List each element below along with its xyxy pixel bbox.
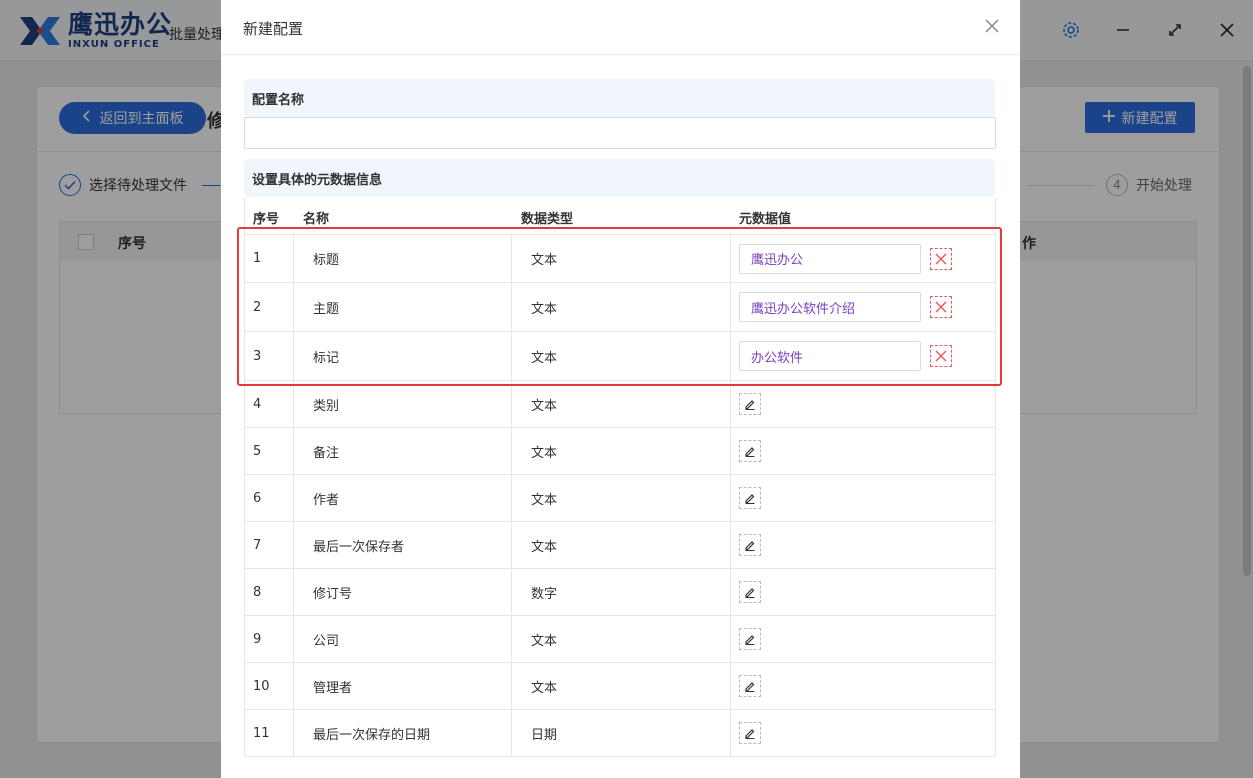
row-value-cell: [731, 616, 995, 662]
edit-pencil-icon[interactable]: [739, 534, 761, 556]
row-value-cell: [731, 569, 995, 615]
metadata-row: 5 备注 文本: [244, 428, 996, 475]
new-config-dialog: 新建配置 配置名称 设置具体的元数据信息 序号 名称 数据类型 元数据值 1 标题…: [221, 0, 1020, 778]
row-type: 文本: [512, 381, 731, 427]
row-value-cell: [731, 475, 995, 521]
row-type: 日期: [512, 710, 731, 756]
row-value-cell: [731, 381, 995, 427]
row-name: 修订号: [294, 569, 512, 615]
row-type: 文本: [512, 283, 731, 331]
row-value-cell: 鹰迅办公软件介绍: [731, 283, 995, 331]
metadata-section-label: 设置具体的元数据信息: [244, 159, 995, 197]
edit-pencil-icon[interactable]: [739, 393, 761, 415]
close-icon[interactable]: [980, 14, 1004, 38]
metadata-row: 7 最后一次保存者 文本: [244, 522, 996, 569]
row-name: 作者: [294, 475, 512, 521]
metadata-row: 8 修订号 数字: [244, 569, 996, 616]
row-name: 标记: [294, 332, 512, 380]
row-type: 文本: [512, 475, 731, 521]
col-name-header: 名称: [303, 212, 330, 227]
row-value-cell: 办公软件: [731, 332, 995, 380]
row-index: 5: [245, 428, 294, 474]
row-type: 文本: [512, 428, 731, 474]
row-index: 1: [245, 235, 294, 282]
row-index: 2: [245, 283, 294, 331]
row-index: 11: [245, 710, 294, 756]
edit-pencil-icon[interactable]: [739, 628, 761, 650]
delete-icon[interactable]: [930, 247, 952, 270]
metadata-table-header: 序号 名称 数据类型 元数据值: [244, 198, 996, 234]
row-value-cell: 鹰迅办公: [731, 235, 995, 282]
row-name: 最后一次保存者: [294, 522, 512, 568]
row-name: 备注: [294, 428, 512, 474]
edit-pencil-icon[interactable]: [739, 675, 761, 697]
row-index: 9: [245, 616, 294, 662]
row-type: 文本: [512, 616, 731, 662]
row-type: 文本: [512, 522, 731, 568]
metadata-row: 11 最后一次保存的日期 日期: [244, 710, 996, 757]
metadata-row: 1 标题 文本 鹰迅办公: [244, 234, 996, 283]
metadata-value-input[interactable]: 鹰迅办公: [739, 243, 921, 274]
metadata-row: 10 管理者 文本: [244, 663, 996, 710]
row-name: 类别: [294, 381, 512, 427]
row-value-cell: [731, 710, 995, 756]
col-type-header: 数据类型: [521, 212, 574, 227]
metadata-table: 序号 名称 数据类型 元数据值 1 标题 文本 鹰迅办公 2 主题 文本 鹰迅办公软件介绍 3 标…: [244, 198, 996, 757]
metadata-row: 3 标记 文本 办公软件: [244, 332, 996, 381]
metadata-value-input[interactable]: 办公软件: [739, 341, 921, 371]
config-name-section-label: 配置名称: [244, 79, 995, 117]
row-value-cell: [731, 663, 995, 709]
row-index: 10: [245, 663, 294, 709]
metadata-row: 6 作者 文本: [244, 475, 996, 522]
edit-pencil-icon[interactable]: [739, 440, 761, 462]
row-value-cell: [731, 428, 995, 474]
metadata-row: 2 主题 文本 鹰迅办公软件介绍: [244, 283, 996, 332]
col-value-header: 元数据值: [739, 212, 792, 227]
col-index-header: 序号: [253, 212, 280, 227]
row-type: 文本: [512, 332, 731, 380]
metadata-rows: 1 标题 文本 鹰迅办公 2 主题 文本 鹰迅办公软件介绍 3 标记 文本 办公软件 4 类别 文本 5 备注文…: [244, 234, 996, 757]
row-name: 主题: [294, 283, 512, 331]
delete-icon[interactable]: [930, 296, 952, 318]
row-name: 标题: [294, 235, 512, 282]
row-type: 文本: [512, 235, 731, 282]
edit-pencil-icon[interactable]: [739, 722, 761, 744]
config-name-input[interactable]: [244, 117, 996, 149]
delete-icon[interactable]: [930, 345, 952, 367]
row-value-cell: [731, 522, 995, 568]
row-name: 最后一次保存的日期: [294, 710, 512, 756]
row-index: 6: [245, 475, 294, 521]
row-type: 数字: [512, 569, 731, 615]
edit-pencil-icon[interactable]: [739, 487, 761, 509]
edit-pencil-icon[interactable]: [739, 581, 761, 603]
dialog-header: 新建配置: [221, 0, 1020, 55]
metadata-value-input[interactable]: 鹰迅办公软件介绍: [739, 292, 921, 322]
dialog-title: 新建配置: [243, 20, 304, 38]
row-name: 管理者: [294, 663, 512, 709]
row-index: 8: [245, 569, 294, 615]
row-index: 7: [245, 522, 294, 568]
metadata-row: 4 类别 文本: [244, 381, 996, 428]
row-index: 4: [245, 381, 294, 427]
row-type: 文本: [512, 663, 731, 709]
row-index: 3: [245, 332, 294, 380]
row-name: 公司: [294, 616, 512, 662]
metadata-row: 9 公司 文本: [244, 616, 996, 663]
